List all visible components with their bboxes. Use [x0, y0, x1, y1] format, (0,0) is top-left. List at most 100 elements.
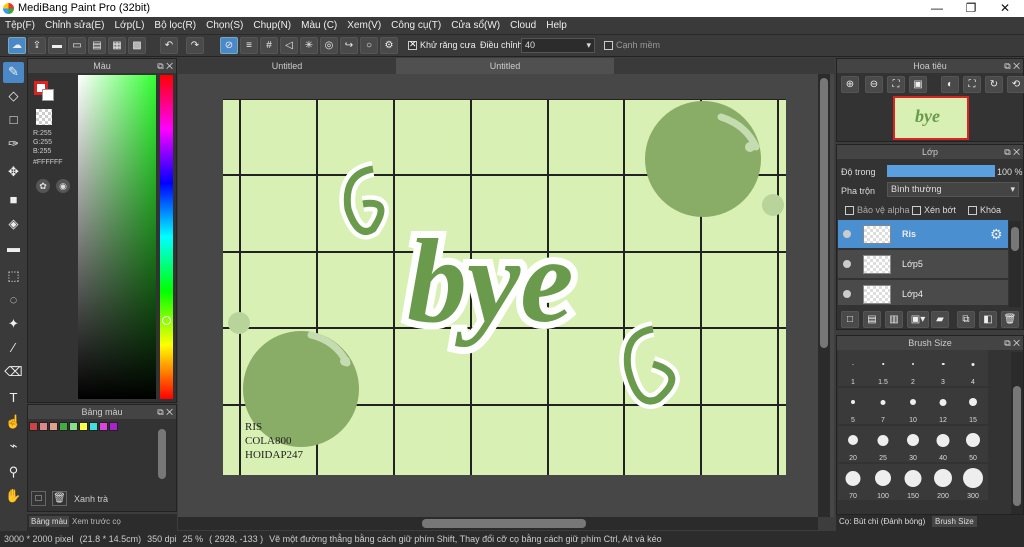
palette-swatch[interactable] — [69, 422, 78, 431]
menu-view[interactable]: Xem(V) — [342, 17, 386, 34]
brush-size-option[interactable]: 30 — [898, 426, 928, 462]
tab-untitled-2[interactable]: Untitled — [396, 58, 614, 74]
add-layer-menu-icon[interactable]: ▣▾ — [907, 311, 929, 328]
menu-snap[interactable]: Chụp(N) — [248, 17, 296, 34]
palette-scrollbar[interactable] — [158, 429, 166, 489]
color-wheel-icon[interactable]: ✿ — [36, 179, 50, 193]
grid-icon[interactable]: ▩ — [128, 37, 146, 54]
menu-color[interactable]: Màu (C) — [296, 17, 342, 34]
snap-ellipse-icon[interactable]: ○ — [360, 37, 378, 54]
hue-slider[interactable] — [160, 75, 173, 399]
close-button[interactable]: ✕ — [988, 0, 1022, 17]
brush-size-option[interactable]: 7 — [868, 388, 898, 424]
menu-filter[interactable]: Bộ lọc(R) — [149, 17, 201, 34]
panel-close-icon[interactable]: ⧉ ✕ — [157, 405, 173, 419]
new-palette-icon[interactable]: □ — [31, 491, 46, 506]
pages-icon[interactable]: ▦ — [108, 37, 126, 54]
menu-window[interactable]: Cửa sổ(W) — [446, 17, 505, 34]
snap-parallel-icon[interactable]: ≡ — [240, 37, 258, 54]
brush-size-option[interactable]: 2 — [898, 350, 928, 386]
brush-size-option[interactable]: 100 — [868, 464, 898, 500]
maximize-button[interactable]: ❐ — [954, 0, 988, 17]
zoom-in-icon[interactable]: ⊕ — [841, 76, 859, 93]
move-tool-icon[interactable]: ✥ — [3, 162, 24, 183]
divide-tool-icon[interactable]: ⌁ — [3, 436, 24, 457]
antialias-checkbox[interactable] — [408, 39, 417, 51]
eye-icon[interactable] — [843, 230, 851, 238]
snap-circle-icon[interactable]: ◎ — [320, 37, 338, 54]
snap-settings-icon[interactable]: ⚙ — [380, 37, 398, 54]
brush-size-option[interactable]: 20 — [838, 426, 868, 462]
brush-size-option[interactable]: 10 — [898, 388, 928, 424]
brush-size-option[interactable]: 5 — [838, 388, 868, 424]
fit-screen-icon[interactable]: ⛶ — [963, 76, 981, 93]
palette-swatch[interactable] — [89, 422, 98, 431]
palette-swatch[interactable] — [39, 422, 48, 431]
undo-icon[interactable]: ↶ — [160, 37, 178, 54]
panel-close-icon[interactable]: ⧉ ✕ — [1004, 59, 1020, 73]
menu-edit[interactable]: Chỉnh sửa(E) — [40, 17, 110, 34]
pen-tool-icon[interactable]: ✑ — [3, 134, 24, 155]
select-pen-icon[interactable]: ⁄ — [3, 338, 24, 359]
redo-icon[interactable]: ↷ — [186, 37, 204, 54]
background-color-swatch[interactable] — [42, 89, 54, 101]
menu-select[interactable]: Chọn(S) — [201, 17, 248, 34]
panel-close-icon[interactable]: ⧉ ✕ — [1004, 336, 1020, 350]
dot-tool-icon[interactable]: □ — [3, 110, 24, 131]
upload-icon[interactable]: ⇪ — [28, 37, 46, 54]
tab-brush[interactable]: Cọ: Bút chì (Đánh bóng) — [839, 517, 925, 526]
brush-size-option[interactable]: 40 — [928, 426, 958, 462]
magic-wand-icon[interactable]: ✦ — [3, 314, 24, 335]
tab-brush-size[interactable]: Brush Size — [932, 516, 977, 527]
bucket-tool-icon[interactable]: ◈ — [3, 214, 24, 235]
tab-untitled-1[interactable]: Untitled — [178, 58, 396, 74]
palette-swatch[interactable] — [79, 422, 88, 431]
canvas-vertical-scrollbar[interactable] — [818, 74, 830, 517]
brush-size-option[interactable]: 70 — [838, 464, 868, 500]
palette-swatch[interactable] — [59, 422, 68, 431]
snap-curve-icon[interactable]: ↪ — [340, 37, 358, 54]
hue-handle[interactable] — [162, 316, 171, 325]
saturation-value-picker[interactable] — [78, 75, 156, 399]
new-halftone-layer-icon[interactable]: ▤ — [863, 311, 881, 328]
layer-row-ris[interactable]: Ris ⚙ — [838, 220, 1008, 249]
palette-swatch[interactable] — [109, 422, 118, 431]
eye-icon[interactable] — [843, 260, 851, 268]
drawing-canvas[interactable]: bye RIS COLA800 HOIDAP247 — [223, 99, 786, 475]
color-mode-icon[interactable]: ◉ — [56, 179, 70, 193]
antialias-option[interactable]: Khử răng cưa — [408, 39, 476, 51]
transparent-color-swatch[interactable] — [36, 109, 52, 125]
comment-icon[interactable]: ▬ — [48, 37, 66, 54]
brush-size-option[interactable]: 50 — [958, 426, 988, 462]
palette-swatch[interactable] — [49, 422, 58, 431]
operation-tool-icon[interactable]: ☝ — [3, 412, 24, 433]
menu-layer[interactable]: Lớp(L) — [110, 17, 150, 34]
folder-icon[interactable]: ▰ — [931, 311, 949, 328]
select-eraser-icon[interactable]: ⌫ — [3, 362, 24, 383]
menu-file[interactable]: Tệp(F) — [0, 17, 40, 34]
hand-tool-icon[interactable]: ✋ — [3, 486, 24, 507]
flip-icon[interactable]: ◐ — [941, 76, 959, 93]
trash-icon[interactable]: 🗑 — [52, 491, 67, 506]
canvas-horizontal-scrollbar[interactable] — [178, 517, 818, 530]
text-tool-icon[interactable]: T — [3, 388, 24, 409]
reset-icon[interactable]: ⟲ — [1007, 76, 1024, 93]
protect-alpha-checkbox[interactable] — [845, 206, 854, 216]
monitor-icon[interactable]: ▭ — [68, 37, 86, 54]
layer-row-lop4[interactable]: Lớp4 — [838, 280, 1008, 306]
tab-palette[interactable]: Bảng màu — [29, 516, 70, 527]
brush-size-option[interactable]: 15 — [958, 388, 988, 424]
lock-checkbox[interactable] — [968, 206, 977, 216]
brush-size-scrollbar[interactable] — [1011, 352, 1023, 514]
navigator-thumbnail[interactable]: bye — [893, 96, 969, 140]
rotate-icon[interactable]: ↻ — [985, 76, 1003, 93]
clip-checkbox[interactable] — [912, 206, 921, 216]
panel-close-icon[interactable]: ⧉ ✕ — [157, 59, 173, 73]
menu-cloud[interactable]: Cloud — [505, 17, 541, 34]
protect-alpha-option[interactable]: Bảo vệ alpha — [845, 205, 910, 216]
brush-size-option[interactable]: 12 — [928, 388, 958, 424]
select-tool-icon[interactable]: ⬚ — [3, 266, 24, 287]
merge-layer-icon[interactable]: ◧ — [979, 311, 997, 328]
clip-option[interactable]: Xén bớt — [912, 205, 956, 216]
brush-size-option[interactable]: 150 — [898, 464, 928, 500]
